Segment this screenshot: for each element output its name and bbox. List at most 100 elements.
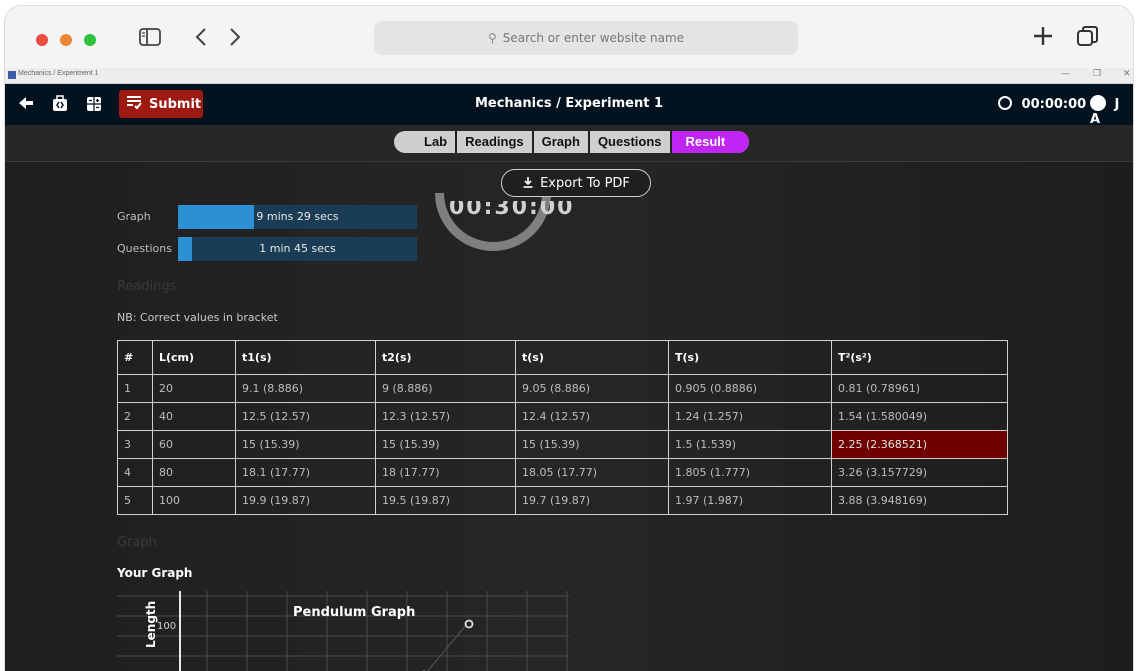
table-row: 1 20 9.1 (8.886) 9 (8.886) 9.05 (8.886) … [117, 374, 1008, 403]
table-row: 5 100 19.9 (19.87) 19.5 (19.87) 19.7 (19… [117, 486, 1008, 515]
browser-toolbar: ⚲ Search or enter website name [5, 6, 1133, 68]
y-tick-label: 100 [157, 621, 176, 632]
table-cell: 19.7 (19.87) [515, 486, 669, 515]
table-cell: 60 [152, 430, 236, 459]
stopwatch-icon [998, 96, 1012, 110]
back-chevron-icon[interactable] [194, 26, 208, 54]
address-bar[interactable]: ⚲ Search or enter website name [374, 21, 798, 55]
time-bar: 9 mins 29 secs [178, 205, 417, 229]
table-row: 4 80 18.1 (17.77) 18 (17.77) 18.05 (17.7… [117, 458, 1008, 487]
column-header: T(s) [668, 340, 832, 375]
app-header: Submit Mechanics / Experiment 1 00:00:00… [5, 84, 1133, 127]
table-cell: 3.26 (3.157729) [831, 458, 1008, 487]
table-cell: 19.5 (19.87) [375, 486, 516, 515]
table-cell: 1 [117, 374, 153, 403]
table-cell: 9 (8.886) [375, 374, 516, 403]
table-cell: 12.5 (12.57) [235, 402, 376, 431]
graph-heading: Graph [117, 535, 157, 550]
close-icon[interactable]: ✕ [1123, 68, 1131, 79]
table-cell: 18.05 (17.77) [515, 458, 669, 487]
column-header: L(cm) [152, 340, 236, 375]
column-header: # [117, 340, 153, 375]
minimize-window-button[interactable] [60, 34, 72, 46]
tab-result[interactable]: Result [669, 131, 750, 153]
user-avatar-icon [1090, 95, 1106, 111]
tab-overview-icon[interactable] [1075, 24, 1101, 56]
table-cell: 1.805 (1.777) [668, 458, 832, 487]
table-cell: 4 [117, 458, 153, 487]
tab-lab[interactable]: Lab [394, 131, 455, 153]
table-cell: 18.1 (17.77) [235, 458, 376, 487]
restore-icon[interactable]: ❐ [1093, 68, 1101, 79]
page-title: Mechanics / Experiment 1 [474, 96, 664, 111]
column-header: t2(s) [375, 340, 516, 375]
table-cell: 15 (15.39) [515, 430, 669, 459]
table-cell: 9.05 (8.886) [515, 374, 669, 403]
pendulum-graph: Pendulum Graph Length 100 80 [117, 591, 569, 671]
readings-heading: Readings [117, 279, 177, 294]
tab-readings[interactable]: Readings [455, 131, 532, 153]
time-row-label: Questions [117, 242, 172, 255]
column-header: T²(s²) [831, 340, 1008, 375]
search-icon: ⚲ [487, 31, 497, 45]
minimize-icon[interactable]: — [1061, 68, 1070, 78]
tabs-bar: Lab Readings Graph Questions Result [5, 125, 1133, 162]
time-row-graph: Graph 9 mins 29 secs [117, 205, 417, 229]
your-graph-label: Your Graph [117, 566, 193, 580]
table-cell: 1.24 (1.257) [668, 402, 832, 431]
table-cell: 1.5 (1.539) [668, 430, 832, 459]
table-cell: 1.54 (1.580049) [831, 402, 1008, 431]
table-cell: 2 [117, 402, 153, 431]
table-cell: 80 [152, 458, 236, 487]
chart-title: Pendulum Graph [293, 605, 415, 620]
forward-chevron-icon[interactable] [228, 26, 242, 54]
sidebar-toggle-icon[interactable] [138, 26, 162, 54]
table-cell: 12.3 (12.57) [375, 402, 516, 431]
tab-group: Lab Readings Graph Questions Result [394, 131, 750, 153]
table-cell-incorrect: 2.25 (2.368521) [831, 430, 1008, 459]
table-cell: 19.9 (19.87) [235, 486, 376, 515]
browser-window: ⚲ Search or enter website name Mechanics… [5, 6, 1133, 671]
table-cell: 18 (17.77) [375, 458, 516, 487]
table-header-row: # L(cm) t1(s) t2(s) t(s) T(s) T²(s²) [117, 340, 1008, 375]
result-page: Lab Readings Graph Questions Result 00:3… [5, 125, 1133, 671]
table-cell: 40 [152, 402, 236, 431]
app-logo-icon [8, 71, 16, 79]
table-cell: 12.4 (12.57) [515, 402, 669, 431]
tab-graph[interactable]: Graph [531, 131, 588, 153]
readings-note: NB: Correct values in bracket [117, 311, 278, 324]
time-row-value: 9 mins 29 secs [256, 210, 339, 223]
user-profile[interactable]: J A [1090, 95, 1133, 127]
address-placeholder: Search or enter website name [502, 31, 685, 45]
download-icon [522, 176, 534, 191]
app-window-titlebar: Mechanics / Experiment 1 — ❐ ✕ [5, 68, 1133, 84]
fit-line [426, 623, 468, 671]
export-label: Export To PDF [540, 175, 630, 191]
table-cell: 15 (15.39) [375, 430, 516, 459]
table-cell: 3 [117, 430, 153, 459]
export-pdf-button[interactable]: Export To PDF [501, 169, 651, 197]
column-header: t(s) [515, 340, 669, 375]
new-tab-icon[interactable] [1031, 24, 1055, 54]
time-row-questions: Questions 1 min 45 secs [117, 237, 417, 261]
table-cell: 9.1 (8.886) [235, 374, 376, 403]
time-row-label: Graph [117, 210, 151, 223]
table-cell: 100 [152, 486, 236, 515]
close-window-button[interactable] [36, 34, 48, 46]
table-cell: 0.905 (0.8886) [668, 374, 832, 403]
y-axis-label: Length [144, 601, 158, 648]
table-row: 2 40 12.5 (12.57) 12.3 (12.57) 12.4 (12.… [117, 402, 1008, 431]
table-cell: 0.81 (0.78961) [831, 374, 1008, 403]
table-cell: 5 [117, 486, 153, 515]
window-title: Mechanics / Experiment 1 [18, 70, 99, 77]
table-row: 3 60 15 (15.39) 15 (15.39) 15 (15.39) 1.… [117, 430, 1008, 459]
tab-questions[interactable]: Questions [587, 131, 670, 153]
table-cell: 3.88 (3.948169) [831, 486, 1008, 515]
table-cell: 1.97 (1.987) [668, 486, 832, 515]
table-cell: 15 (15.39) [235, 430, 376, 459]
time-bar: 1 min 45 secs [178, 237, 417, 261]
table-cell: 20 [152, 374, 236, 403]
zoom-window-button[interactable] [84, 34, 96, 46]
column-header: t1(s) [235, 340, 376, 375]
time-row-value: 1 min 45 secs [259, 242, 336, 255]
